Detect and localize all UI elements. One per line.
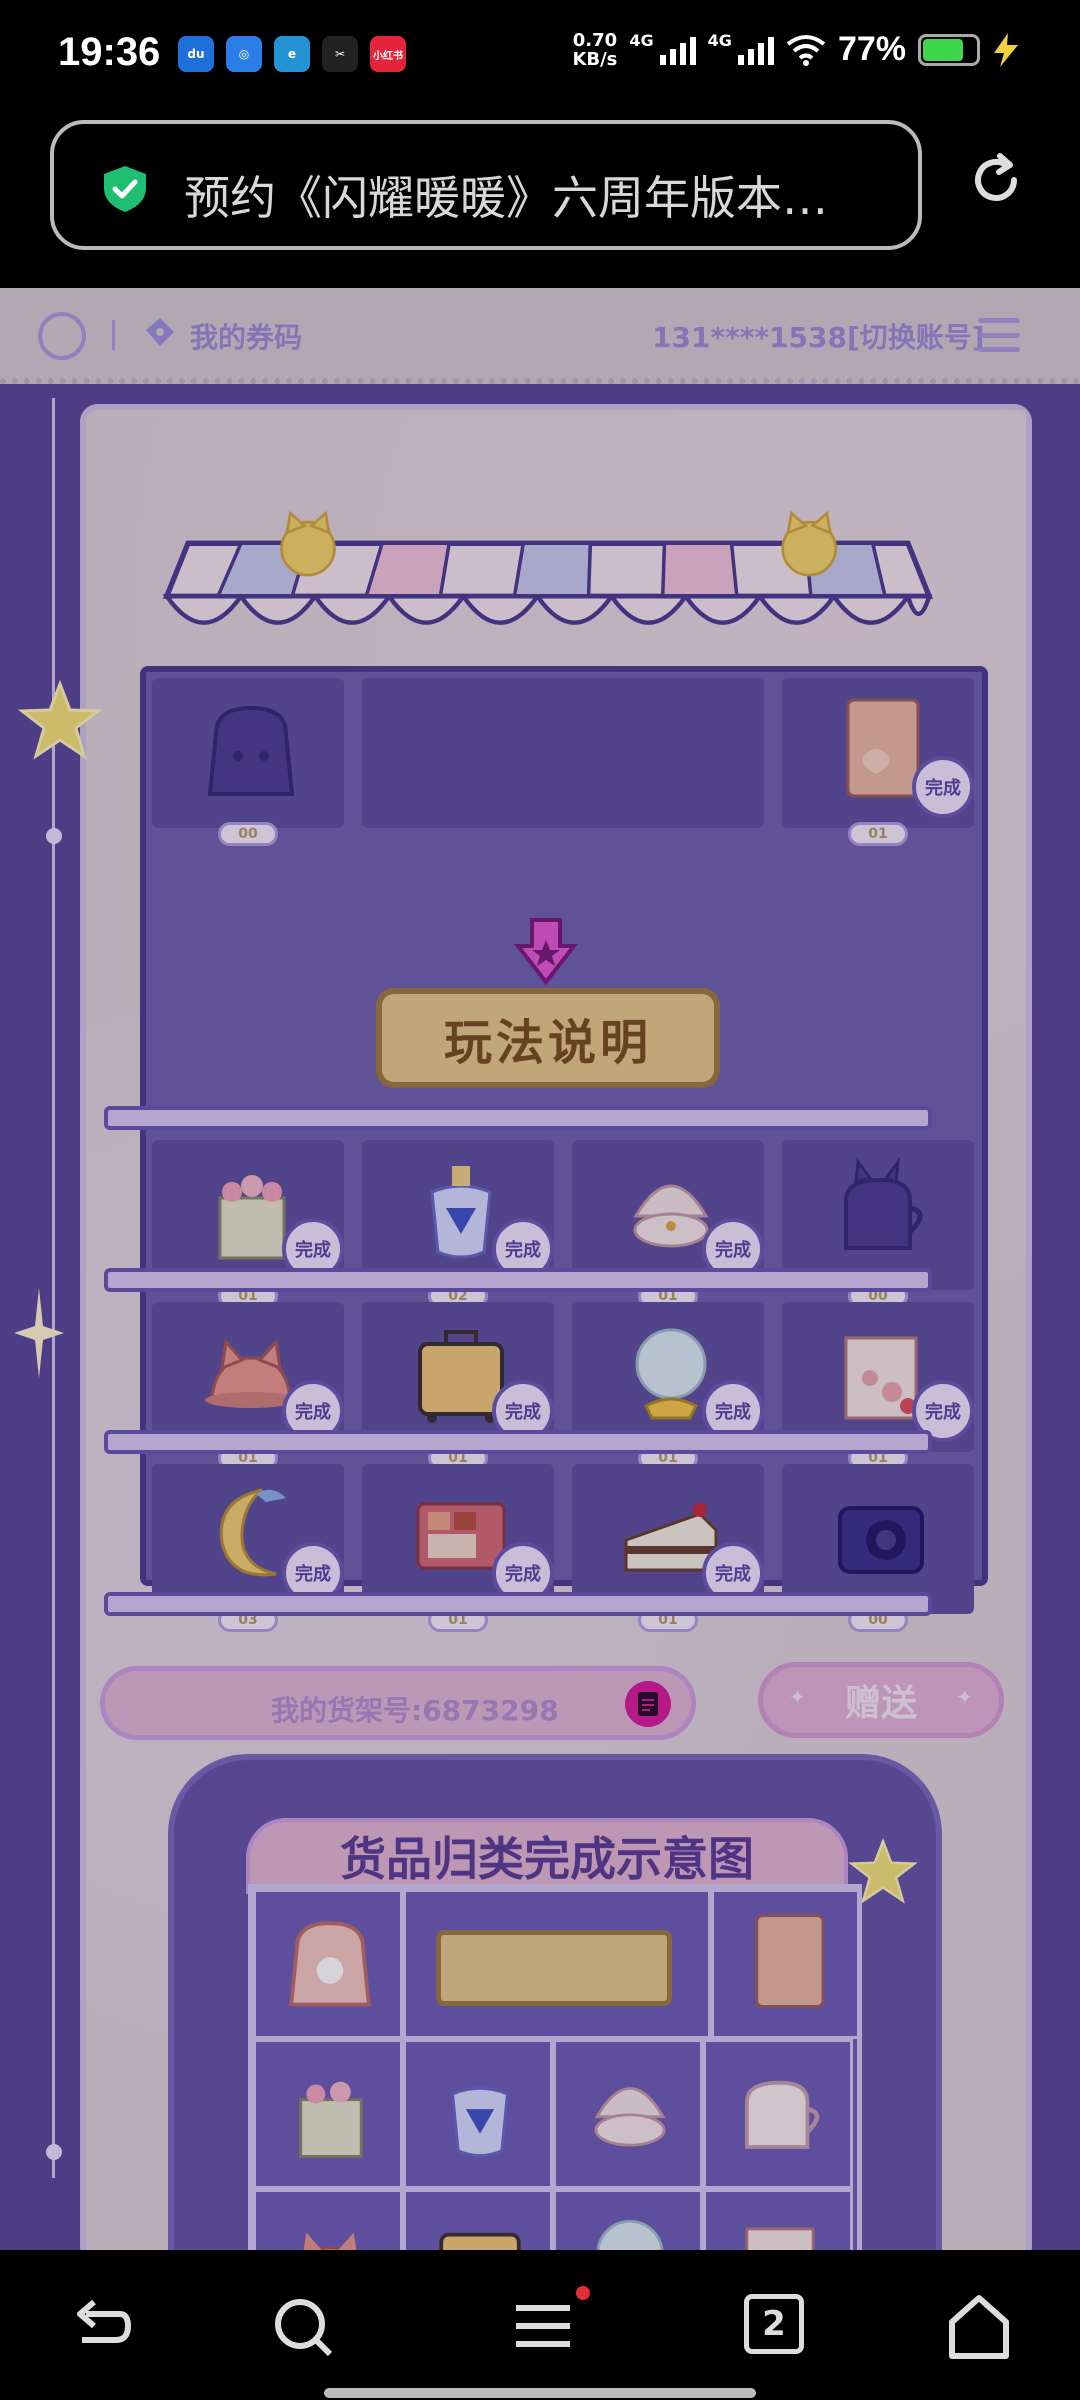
signal-icon	[659, 35, 696, 65]
star-icon	[18, 680, 102, 760]
diagram-cell	[553, 2039, 703, 2189]
phone-screen: 19:36 du ◎ e ✂ 小红书 0.70 KB/s 4G 4G 77% 预…	[0, 0, 1080, 2400]
page-title[interactable]: 预约《闪耀暖暖》六周年版本…	[184, 162, 884, 228]
capcut-app-icon: ✂	[322, 36, 358, 72]
diagram-cell	[403, 2189, 553, 2250]
shell-ring-icon	[594, 2087, 666, 2147]
camera-icon	[838, 1506, 924, 1574]
home-icon[interactable]	[944, 2292, 1014, 2362]
menu-icon[interactable]	[508, 2292, 578, 2362]
security-shield-icon	[104, 166, 146, 212]
shelf-number-text: 我的货架号:6873298	[271, 1694, 559, 1727]
item-count: 00	[218, 822, 278, 846]
reload-icon[interactable]	[966, 150, 1026, 210]
status-bar: 19:36 du ◎ e ✂ 小红书 0.70 KB/s 4G 4G 77%	[0, 0, 1080, 110]
wifi-icon	[786, 34, 826, 66]
diagram-cell	[703, 2189, 853, 2250]
signal-icon	[737, 35, 774, 65]
baidu-app-icon: du	[178, 36, 214, 72]
diagram-cell	[253, 2189, 403, 2250]
divider	[112, 320, 115, 350]
tabs-button[interactable]: 2	[744, 2294, 804, 2354]
done-badge: 完成	[912, 756, 974, 818]
arrow-down-icon	[514, 918, 578, 986]
decor-dot	[46, 828, 62, 844]
net-speed: 0.70 KB/s	[572, 29, 618, 70]
avatar[interactable]	[38, 312, 86, 360]
switch-account-link[interactable]: 131****1538[切换账号]	[652, 316, 985, 356]
shop-awning	[162, 510, 934, 625]
howto-button[interactable]: 玩法说明	[376, 988, 720, 1088]
browser-toolbar: 预约《闪耀暖暖》六周年版本…	[0, 110, 1080, 288]
sparkle-icon	[14, 1288, 64, 1378]
diagram-cell	[711, 1889, 861, 2039]
diagram-cell	[253, 2039, 403, 2189]
bunny-backpack-icon	[207, 705, 295, 796]
menu-icon[interactable]	[978, 318, 1020, 352]
bunny-mug-icon	[844, 1156, 923, 1250]
web-content: 我的券码 131****1538[切换账号] 00 完成 01 玩法说明 完成 …	[0, 288, 1080, 2250]
decor-dot	[46, 2144, 62, 2160]
battery-percent: 77%	[837, 30, 906, 68]
network-type: 4G	[629, 31, 654, 50]
shelf-plank	[104, 1106, 932, 1130]
charging-icon	[994, 32, 1018, 67]
browser-nav-bar: 2	[0, 2250, 1080, 2400]
shelf-cell-backpack[interactable]: 00	[146, 672, 350, 846]
diagram-cell	[403, 1889, 711, 2039]
diagram-cell	[253, 1889, 403, 2039]
photo-album-icon	[755, 1914, 825, 2008]
shelf-plank	[104, 1430, 932, 1454]
site-header: 我的券码 131****1538[切换账号]	[0, 288, 1080, 384]
home-indicator[interactable]	[324, 2388, 756, 2398]
diagram-cell	[703, 2039, 853, 2189]
shelf-number-field: 我的货架号:6873298	[100, 1666, 696, 1740]
address-bar[interactable]: 预约《闪耀暖暖》六周年版本…	[50, 120, 922, 250]
app-notification-icon: e	[274, 36, 310, 72]
flower-basket-icon	[299, 2081, 363, 2158]
diagram-cell	[553, 2189, 703, 2250]
milk-carton-icon	[745, 2227, 815, 2250]
status-indicators: 0.70 KB/s 4G 4G 77%	[572, 30, 1020, 69]
xiaohongshu-app-icon: 小红书	[370, 36, 406, 72]
status-time: 19:36	[58, 30, 161, 74]
diagram-grid	[248, 1884, 862, 2250]
crystal-ball-icon	[596, 2219, 664, 2250]
perfume-bottle-icon	[451, 2086, 509, 2157]
bunny-backpack-icon	[289, 1921, 371, 2007]
item-count: 01	[848, 822, 908, 846]
shelf-cell-howto	[356, 672, 770, 834]
diagram-title: 货品归类完成示意图	[246, 1818, 848, 1894]
sign-plaque	[436, 1930, 672, 2006]
ticket-icon	[146, 318, 174, 346]
shelf-plank	[104, 1592, 932, 1616]
search-icon[interactable]	[268, 2292, 338, 2362]
back-icon[interactable]	[66, 2292, 136, 2362]
cat-ear-hat-icon	[303, 2232, 357, 2250]
battery-icon	[918, 33, 980, 66]
diagram-cell	[403, 2039, 553, 2189]
bunny-mug-icon	[745, 2080, 820, 2149]
notification-dot	[576, 2286, 590, 2300]
gift-button[interactable]: 赠送	[758, 1662, 1004, 1738]
notification-icons: du ◎ e ✂ 小红书	[178, 36, 406, 72]
shelf-cell-photo-album[interactable]: 完成 01	[776, 672, 980, 846]
copy-icon[interactable]	[625, 1681, 671, 1727]
suitcase-icon	[439, 2232, 521, 2250]
network-type: 4G	[707, 31, 732, 50]
app-notification-icon: ◎	[226, 36, 262, 72]
my-codes-link[interactable]: 我的券码	[190, 316, 302, 356]
shelf-plank	[104, 1268, 932, 1292]
